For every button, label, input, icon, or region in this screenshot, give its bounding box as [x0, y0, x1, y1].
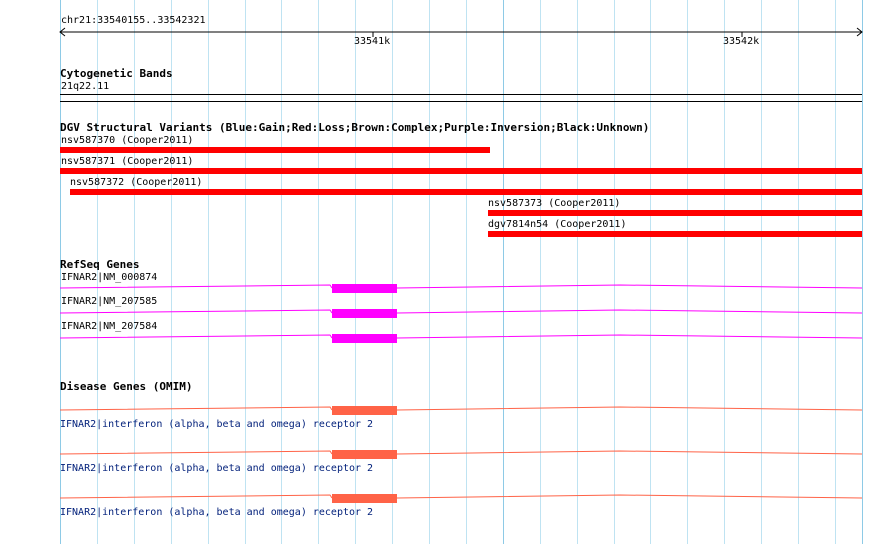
dgv-feature-bar[interactable]	[70, 189, 862, 195]
track-title: Disease Genes (OMIM)	[60, 380, 193, 393]
ruler-tick-label: 33541k	[354, 36, 391, 47]
feature-label: dgv7814n54 (Cooper2011)	[488, 219, 627, 230]
feature-label: nsv587372 (Cooper2011)	[70, 177, 203, 188]
ruler-tick-label: 33542k	[723, 36, 760, 47]
feature-label: nsv587370 (Cooper2011)	[61, 135, 194, 146]
track-title: Cytogenetic Bands	[60, 67, 173, 80]
feature-label: nsv587371 (Cooper2011)	[61, 156, 194, 167]
feature-label: nsv587373 (Cooper2011)	[488, 198, 621, 209]
cytoband-line[interactable]	[60, 101, 862, 102]
track-title: DGV Structural Variants (Blue:Gain;Red:L…	[60, 121, 650, 134]
refseq-gene-model[interactable]	[0, 330, 890, 350]
cytoband-label: 21q22.11	[61, 81, 110, 92]
gene-label[interactable]: IFNAR2|interferon (alpha, beta and omega…	[60, 507, 373, 519]
gene-label[interactable]: IFNAR2|interferon (alpha, beta and omega…	[60, 419, 373, 431]
dgv-feature-bar[interactable]	[60, 168, 862, 174]
dgv-feature-bar[interactable]	[488, 231, 862, 237]
dgv-feature-bar[interactable]	[60, 147, 490, 153]
dgv-feature-bar[interactable]	[488, 210, 862, 216]
cytoband-line[interactable]	[60, 94, 862, 95]
track-title: RefSeq Genes	[60, 258, 140, 271]
gene-label[interactable]: IFNAR2|interferon (alpha, beta and omega…	[60, 463, 373, 475]
